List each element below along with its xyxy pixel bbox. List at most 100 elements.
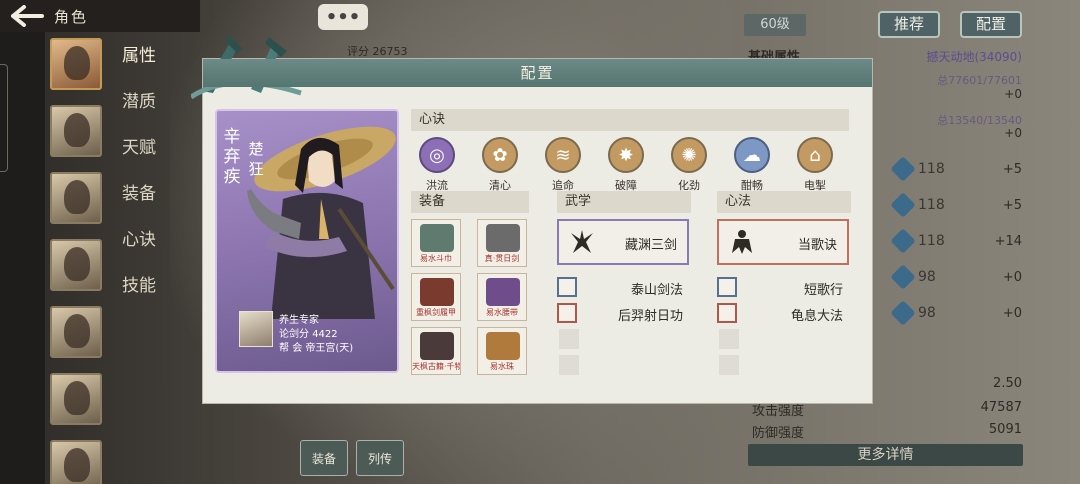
attribute-row: 118 +14	[890, 228, 1024, 254]
equip-slot-head[interactable]: 易水斗巾	[411, 219, 461, 267]
burst-icon: ✸	[608, 137, 644, 173]
xinfa-sub-name: 短歌行	[803, 283, 843, 298]
attribute-bonus: +5	[1002, 197, 1022, 213]
torrent-icon: ◎	[419, 137, 455, 173]
config-modal: 评分 26753 配置 辛弃疾 楚狂 养生专家 论剑分 4422 帮 会 帝王宫…	[191, 35, 873, 404]
left-strip	[0, 0, 45, 484]
equip-header: 装备	[411, 191, 529, 213]
menu-item-talent[interactable]: 天赋	[122, 136, 156, 182]
config-button[interactable]: 配置	[960, 11, 1022, 38]
guild-row: 帮 会 帝王宫(天)	[279, 339, 353, 354]
equip-label: 真·贯日剑	[484, 254, 520, 263]
modal-header: 配置	[203, 59, 872, 87]
left-scroll-bar[interactable]	[0, 64, 8, 172]
guild-label: 帮	[279, 343, 289, 354]
wuxue-main-skill[interactable]: 藏渊三剑	[557, 219, 689, 265]
empty-skill-slot[interactable]	[719, 355, 739, 375]
attribute-bonus: +0	[1002, 305, 1022, 321]
top-bar: 角色	[0, 0, 200, 32]
equip-slot-book[interactable]: 天枫古籍·千物	[411, 327, 461, 375]
recommend-button[interactable]: 推荐	[878, 11, 940, 38]
chat-button[interactable]: •••	[318, 4, 368, 30]
xinjue-item[interactable]: ✿ 清心	[473, 137, 527, 193]
xinfa-sub-skill[interactable]: 短歌行	[717, 277, 843, 298]
character-portrait[interactable]	[50, 172, 102, 224]
lunjian-row: 论剑分 4422	[279, 325, 338, 340]
xinjue-item[interactable]: ◎ 洪流	[410, 137, 464, 193]
menu-item-skills[interactable]: 技能	[122, 274, 156, 320]
back-button[interactable]	[0, 0, 54, 32]
attribute-bonus: +0	[1002, 269, 1022, 285]
attribute-gem-icon	[890, 192, 916, 218]
character-card: 辛弃疾 楚狂 养生专家 论剑分 4422 帮 会 帝王宫(天)	[215, 109, 399, 373]
meditation-icon	[717, 277, 737, 297]
bracelet-icon	[486, 332, 520, 360]
score-display: 评分 26753	[347, 43, 408, 59]
equip-label: 易水腰带	[486, 308, 518, 317]
spiral-icon: ✺	[671, 137, 707, 173]
dash-icon: ≋	[545, 137, 581, 173]
character-info: 养生专家 论剑分 4422 帮 会 帝王宫(天)	[225, 307, 395, 367]
back-arrow-icon	[11, 5, 44, 27]
xinfa-main-skill[interactable]: 当歌诀	[717, 219, 849, 265]
empty-skill-slot[interactable]	[559, 329, 579, 349]
attribute-row: 118 +5	[890, 156, 1024, 182]
score-label: 评分	[347, 45, 369, 58]
tab-equipment[interactable]: 装备	[300, 440, 348, 476]
wuxue-main-name: 藏渊三剑	[624, 238, 677, 253]
character-name: 辛弃疾	[223, 127, 241, 187]
character-portrait[interactable]	[50, 440, 102, 484]
equip-label: 易水珠	[490, 362, 514, 371]
empty-skill-slot[interactable]	[719, 329, 739, 349]
xinjue-item[interactable]: ≋ 追命	[536, 137, 590, 193]
empty-skill-slot[interactable]	[559, 355, 579, 375]
tab-biography[interactable]: 列传	[356, 440, 404, 476]
more-details-button[interactable]: 更多详情	[748, 444, 1023, 466]
equip-slot-belt[interactable]: 易水腰带	[477, 273, 527, 321]
menu-item-potential[interactable]: 潜质	[122, 90, 156, 136]
xinfa-sub-name: 龟息大法	[790, 309, 843, 324]
attribute-row: 98 +0	[890, 264, 1024, 290]
defense-value: 5091	[988, 422, 1022, 437]
equip-label: 易水斗巾	[420, 254, 452, 263]
character-portrait[interactable]	[50, 373, 102, 425]
xinfa-sub-skill[interactable]: 龟息大法	[717, 303, 843, 324]
page-title: 角色	[54, 7, 89, 26]
equip-slot-armor[interactable]: 重枫剑履甲	[411, 273, 461, 321]
wuxue-sub-skill[interactable]: 泰山剑法	[557, 277, 683, 298]
equip-slot-weapon[interactable]: 真·贯日剑	[477, 219, 527, 267]
character-portrait[interactable]	[50, 38, 102, 90]
fighter-icon	[557, 277, 577, 297]
score-value: 26753	[372, 45, 408, 58]
menu-item-attributes[interactable]: 属性	[122, 44, 156, 90]
attribute-value: 118	[918, 197, 945, 213]
equip-slot-accessory[interactable]: 易水珠	[477, 327, 527, 375]
attack-value: 47587	[980, 400, 1022, 415]
xinjue-item[interactable]: ✺ 化劲	[662, 137, 716, 193]
character-portrait-list	[50, 38, 104, 484]
hat-icon	[420, 224, 454, 252]
attribute-gem-icon	[890, 228, 916, 254]
character-portrait[interactable]	[50, 105, 102, 157]
wuxue-sub-skill[interactable]: 后羿射日功	[557, 303, 683, 324]
character-nickname: 楚狂	[248, 140, 264, 178]
xinjue-item[interactable]: ⌂ 电掣	[788, 137, 842, 193]
book-icon	[420, 332, 454, 360]
menu-item-equipment[interactable]: 装备	[122, 182, 156, 228]
sword-icon	[486, 224, 520, 252]
xinjue-item[interactable]: ✸ 破障	[599, 137, 653, 193]
mp-bonus: +0	[1004, 126, 1022, 140]
xinfa-main-name: 当歌诀	[797, 238, 837, 253]
defense-stat-row: 防御强度 5091	[752, 422, 1022, 442]
attribute-row: 118 +5	[890, 192, 1024, 218]
menu-item-xinjue[interactable]: 心诀	[122, 228, 156, 274]
xinjue-item[interactable]: ☁ 酣畅	[725, 137, 779, 193]
character-portrait[interactable]	[50, 306, 102, 358]
bottom-tabs: 装备 列传	[300, 440, 404, 476]
modal-title: 配置	[520, 64, 555, 82]
attribute-gem-icon	[890, 264, 916, 290]
wuxue-sub-name: 泰山剑法	[630, 283, 683, 298]
hp-total: 总77601/77601	[937, 74, 1022, 87]
wuxue-sub-name: 后羿射日功	[617, 309, 683, 324]
character-portrait[interactable]	[50, 239, 102, 291]
